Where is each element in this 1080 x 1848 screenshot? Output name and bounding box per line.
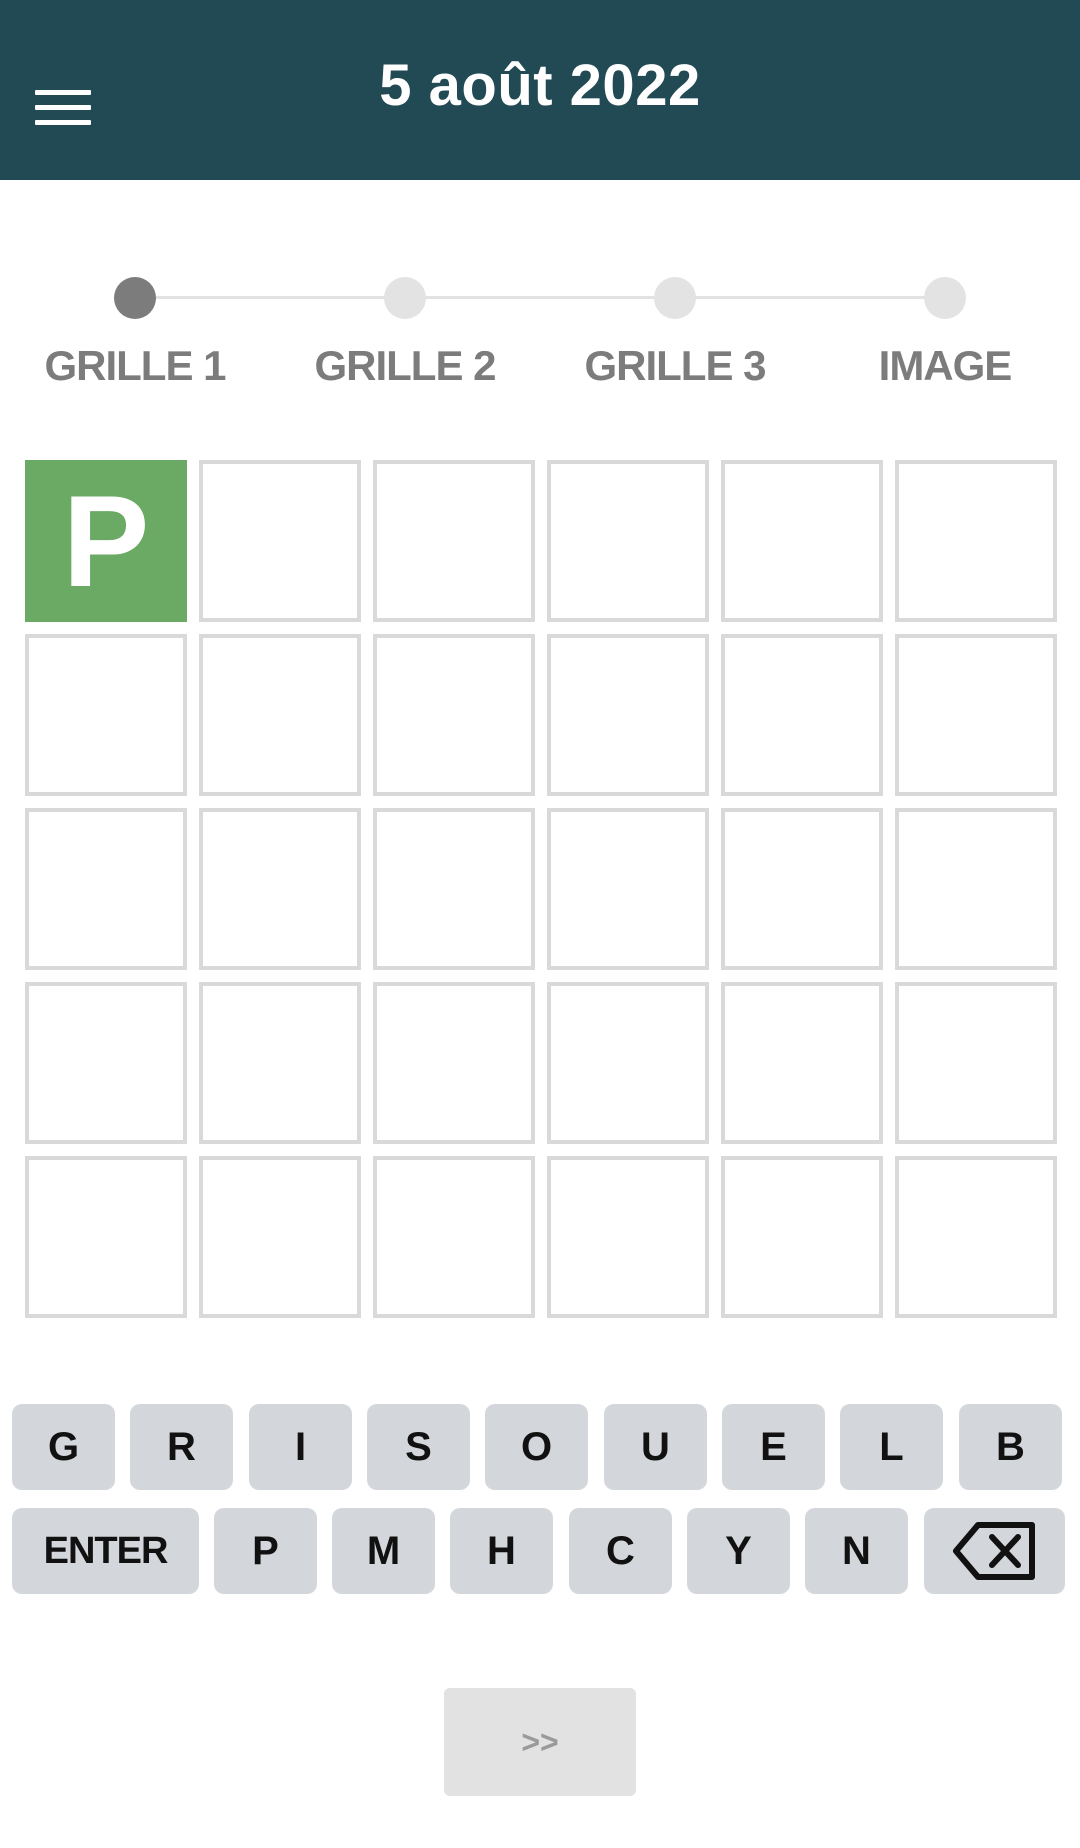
key-e[interactable]: E [722,1404,825,1490]
key-h[interactable]: H [450,1508,553,1594]
page-title: 5 août 2022 [379,53,701,118]
grid-cell [895,460,1057,622]
grid-cell [199,1156,361,1318]
grid-cell [547,634,709,796]
grid-cell [895,808,1057,970]
grid-cell [373,1156,535,1318]
backspace-key[interactable] [924,1508,1065,1594]
grid-cell [721,1156,883,1318]
grid-cell [721,634,883,796]
key-c[interactable]: C [569,1508,672,1594]
key-b[interactable]: B [959,1404,1062,1490]
step-dot [384,277,426,319]
grid-cell [547,1156,709,1318]
grid-cell: P [25,460,187,622]
grid-cell [199,460,361,622]
grid-cell [895,982,1057,1144]
grid-cell [199,982,361,1144]
grid-cell [25,808,187,970]
grid-cell [721,808,883,970]
grid-cell [25,982,187,1144]
stepper-track [135,296,945,299]
grid-cell [373,460,535,622]
grid-cell [25,634,187,796]
grid-cell [895,634,1057,796]
grid-cell [721,982,883,1144]
key-u[interactable]: U [604,1404,707,1490]
grid-cell [547,982,709,1144]
app-header: 5 août 2022 [0,0,1080,180]
step-dot [654,277,696,319]
step-dot-active [114,277,156,319]
grid-cell [199,634,361,796]
step-label: GRILLE 2 [314,342,496,389]
grid-cell [373,982,535,1144]
grid-cell [25,1156,187,1318]
grid-cell [547,460,709,622]
enter-key[interactable]: ENTER [12,1508,199,1594]
key-y[interactable]: Y [687,1508,790,1594]
key-r[interactable]: R [130,1404,233,1490]
grid-cell [373,808,535,970]
grid-cell [373,634,535,796]
grid-cell [547,808,709,970]
step-label: GRILLE 1 [44,342,226,389]
key-l[interactable]: L [840,1404,943,1490]
progress-stepper: GRILLE 1 GRILLE 2 GRILLE 3 IMAGE [0,270,1080,410]
grid-cell [895,1156,1057,1318]
key-g[interactable]: G [12,1404,115,1490]
key-o[interactable]: O [485,1404,588,1490]
key-m[interactable]: M [332,1508,435,1594]
key-s[interactable]: S [367,1404,470,1490]
step-label: IMAGE [878,342,1013,389]
step-dot [924,277,966,319]
grid-cell [721,460,883,622]
key-p[interactable]: P [214,1508,317,1594]
key-i[interactable]: I [249,1404,352,1490]
step-label: GRILLE 3 [584,342,766,389]
grid-cell [199,808,361,970]
key-n[interactable]: N [805,1508,908,1594]
next-button[interactable]: >> [444,1688,636,1796]
backspace-icon [952,1522,1035,1580]
